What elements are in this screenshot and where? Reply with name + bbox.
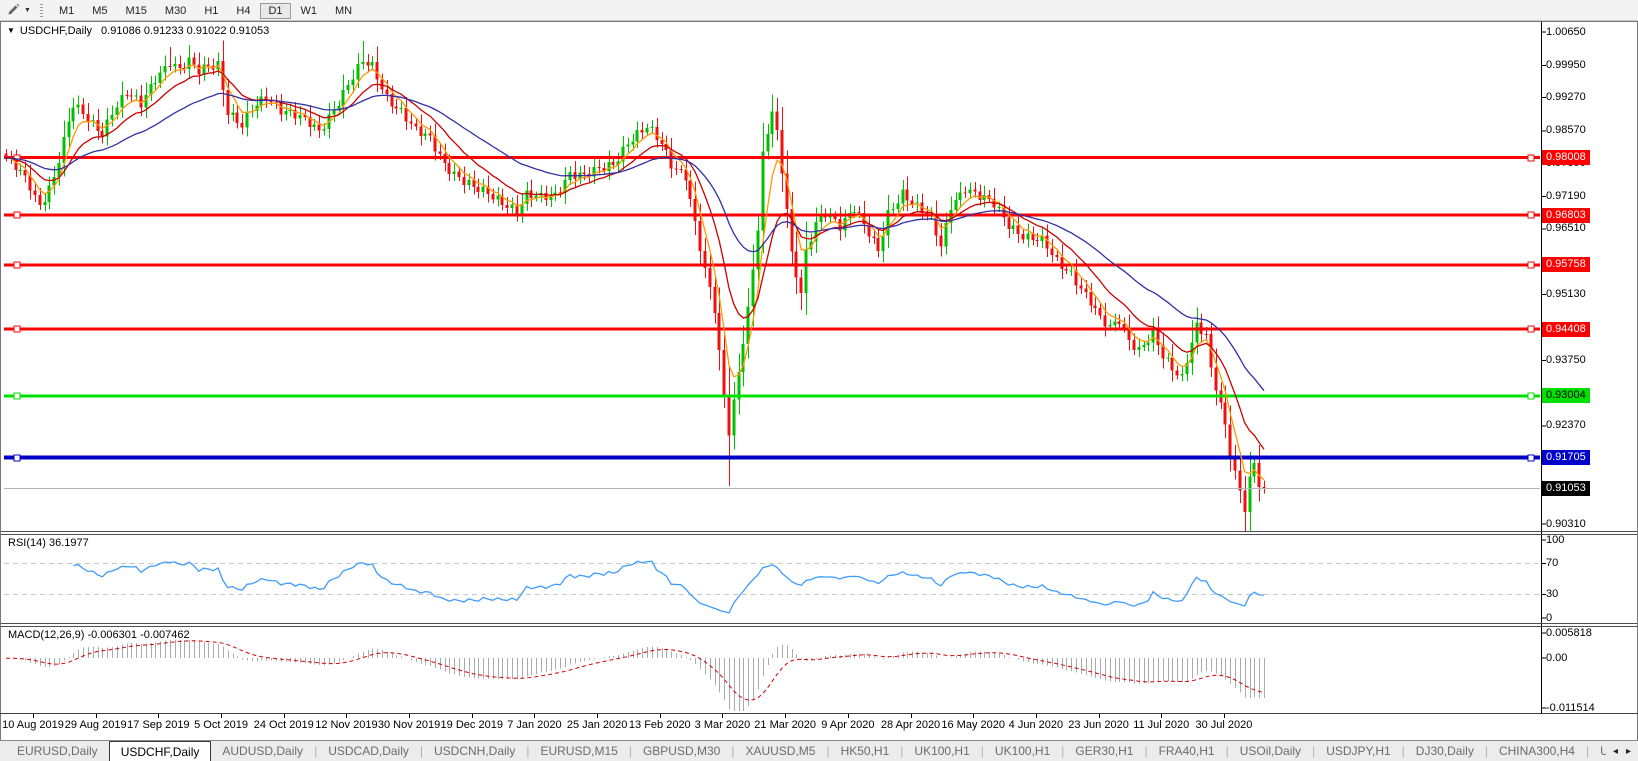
chart-tab-audusd-daily[interactable]: AUDUSD,Daily (211, 741, 314, 761)
chart-tabs: EURUSD,DailyUSDCHF,DailyAUDUSD,Daily|USD… (6, 741, 1606, 761)
timeframe-button-m30[interactable]: M30 (157, 3, 194, 19)
tab-scroll-arrows: ◂ ▸ (1606, 741, 1638, 761)
price-chart-plot[interactable] (0, 0, 1638, 761)
timeframe-button-h1[interactable]: H1 (196, 3, 226, 19)
timeframe-button-d1[interactable]: D1 (260, 3, 290, 19)
timeframe-button-w1[interactable]: W1 (293, 3, 326, 19)
chart-tab-gbpusd-m30[interactable]: GBPUSD,M30 (632, 741, 731, 761)
mt4-window: ▼ M1M5M15M30H1H4D1W1MN ▼USDCHF,Daily0.91… (0, 0, 1638, 761)
chart-tab-usoil-h[interactable]: USOil,H (1589, 741, 1606, 761)
timeframe-button-group: M1M5M15M30H1H4D1W1MN (50, 1, 361, 19)
toolbar: ▼ M1M5M15M30H1H4D1W1MN (0, 0, 1638, 21)
chart-tab-fra40-h1[interactable]: FRA40,H1 (1148, 741, 1226, 761)
chart-tab-hk50-h1[interactable]: HK50,H1 (830, 741, 901, 761)
chart-tab-usdjpy-h1[interactable]: USDJPY,H1 (1315, 741, 1401, 761)
timeframe-button-h4[interactable]: H4 (228, 3, 258, 19)
chart-tab-dj30-daily[interactable]: DJ30,Daily (1405, 741, 1485, 761)
timeframe-button-m15[interactable]: M15 (118, 3, 155, 19)
draw-tool-icon (7, 1, 21, 20)
draw-tool-button[interactable]: ▼ (3, 0, 35, 21)
chart-tab-china300-h4[interactable]: CHINA300,H4 (1488, 741, 1586, 761)
tabs-scroll-left-button[interactable]: ◂ (1613, 746, 1618, 757)
chart-tab-usdcnh-daily[interactable]: USDCNH,Daily (423, 741, 526, 761)
chart-tab-eurusd-m15[interactable]: EURUSD,M15 (529, 741, 628, 761)
chart-tab-usdchf-daily[interactable]: USDCHF,Daily (109, 741, 212, 761)
chart-tab-xauusd-m5[interactable]: XAUUSD,M5 (734, 741, 826, 761)
chart-tab-uk100-h1[interactable]: UK100,H1 (903, 741, 980, 761)
chart-tab-usoil-daily[interactable]: USOil,Daily (1229, 741, 1312, 761)
chart-tab-ger30-h1[interactable]: GER30,H1 (1064, 741, 1144, 761)
timeframe-button-m5[interactable]: M5 (84, 3, 115, 19)
timeframe-button-m1[interactable]: M1 (51, 3, 82, 19)
chart-tab-bar: EURUSD,DailyUSDCHF,DailyAUDUSD,Daily|USD… (0, 740, 1638, 761)
toolbar-drag-handle[interactable] (40, 4, 43, 17)
chart-tab-eurusd-daily[interactable]: EURUSD,Daily (6, 741, 109, 761)
tabs-scroll-right-button[interactable]: ▸ (1626, 746, 1631, 757)
chevron-down-icon: ▼ (24, 7, 31, 14)
chart-tab-usdcad-daily[interactable]: USDCAD,Daily (317, 741, 420, 761)
chart-tab-uk100-h1[interactable]: UK100,H1 (984, 741, 1061, 761)
timeframe-button-mn[interactable]: MN (327, 3, 360, 19)
